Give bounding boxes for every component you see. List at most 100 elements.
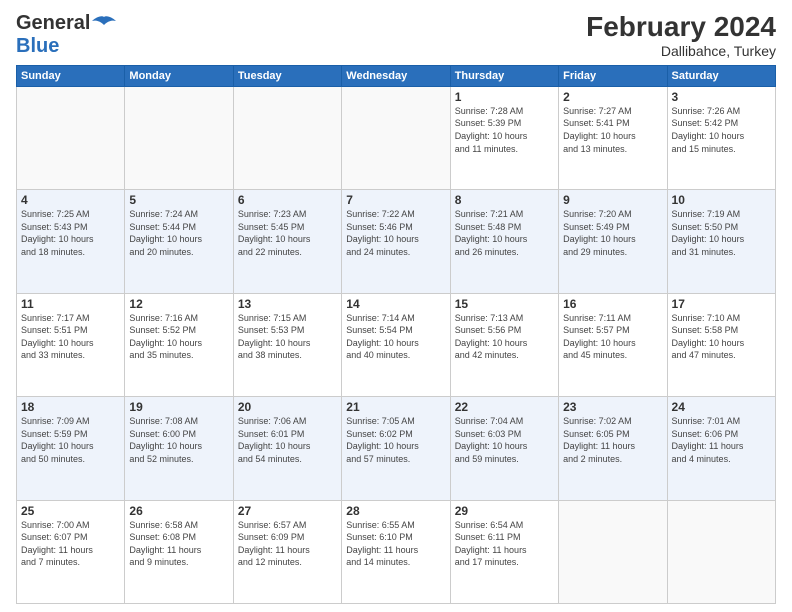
day-info: Sunrise: 7:21 AM Sunset: 5:48 PM Dayligh…: [455, 208, 554, 258]
table-row: [125, 86, 233, 189]
table-row: 1Sunrise: 7:28 AM Sunset: 5:39 PM Daylig…: [450, 86, 558, 189]
day-info: Sunrise: 7:26 AM Sunset: 5:42 PM Dayligh…: [672, 105, 771, 155]
table-row: 20Sunrise: 7:06 AM Sunset: 6:01 PM Dayli…: [233, 397, 341, 500]
calendar-week-row: 4Sunrise: 7:25 AM Sunset: 5:43 PM Daylig…: [17, 190, 776, 293]
day-number: 27: [238, 504, 337, 518]
day-info: Sunrise: 7:20 AM Sunset: 5:49 PM Dayligh…: [563, 208, 662, 258]
day-info: Sunrise: 7:17 AM Sunset: 5:51 PM Dayligh…: [21, 312, 120, 362]
day-info: Sunrise: 7:14 AM Sunset: 5:54 PM Dayligh…: [346, 312, 445, 362]
day-number: 28: [346, 504, 445, 518]
day-number: 1: [455, 90, 554, 104]
day-info: Sunrise: 7:28 AM Sunset: 5:39 PM Dayligh…: [455, 105, 554, 155]
day-number: 9: [563, 193, 662, 207]
table-row: 23Sunrise: 7:02 AM Sunset: 6:05 PM Dayli…: [559, 397, 667, 500]
day-info: Sunrise: 6:54 AM Sunset: 6:11 PM Dayligh…: [455, 519, 554, 569]
calendar-week-row: 18Sunrise: 7:09 AM Sunset: 5:59 PM Dayli…: [17, 397, 776, 500]
day-info: Sunrise: 7:10 AM Sunset: 5:58 PM Dayligh…: [672, 312, 771, 362]
table-row: 29Sunrise: 6:54 AM Sunset: 6:11 PM Dayli…: [450, 500, 558, 603]
day-info: Sunrise: 7:16 AM Sunset: 5:52 PM Dayligh…: [129, 312, 228, 362]
table-row: 18Sunrise: 7:09 AM Sunset: 5:59 PM Dayli…: [17, 397, 125, 500]
logo-blue: Blue: [16, 35, 59, 57]
day-info: Sunrise: 7:04 AM Sunset: 6:03 PM Dayligh…: [455, 415, 554, 465]
title-block: February 2024 Dallibahce, Turkey: [586, 12, 776, 59]
table-row: 24Sunrise: 7:01 AM Sunset: 6:06 PM Dayli…: [667, 397, 775, 500]
col-thursday: Thursday: [450, 65, 558, 86]
table-row: 28Sunrise: 6:55 AM Sunset: 6:10 PM Dayli…: [342, 500, 450, 603]
table-row: 16Sunrise: 7:11 AM Sunset: 5:57 PM Dayli…: [559, 293, 667, 396]
table-row: 7Sunrise: 7:22 AM Sunset: 5:46 PM Daylig…: [342, 190, 450, 293]
table-row: 3Sunrise: 7:26 AM Sunset: 5:42 PM Daylig…: [667, 86, 775, 189]
col-friday: Friday: [559, 65, 667, 86]
calendar-table: Sunday Monday Tuesday Wednesday Thursday…: [16, 65, 776, 604]
day-number: 5: [129, 193, 228, 207]
day-info: Sunrise: 7:05 AM Sunset: 6:02 PM Dayligh…: [346, 415, 445, 465]
day-number: 21: [346, 400, 445, 414]
table-row: 10Sunrise: 7:19 AM Sunset: 5:50 PM Dayli…: [667, 190, 775, 293]
logo: General Blue: [16, 12, 118, 58]
table-row: [17, 86, 125, 189]
day-info: Sunrise: 7:08 AM Sunset: 6:00 PM Dayligh…: [129, 415, 228, 465]
day-info: Sunrise: 7:00 AM Sunset: 6:07 PM Dayligh…: [21, 519, 120, 569]
location: Dallibahce, Turkey: [586, 43, 776, 59]
table-row: [233, 86, 341, 189]
day-info: Sunrise: 7:06 AM Sunset: 6:01 PM Dayligh…: [238, 415, 337, 465]
col-wednesday: Wednesday: [342, 65, 450, 86]
day-info: Sunrise: 7:02 AM Sunset: 6:05 PM Dayligh…: [563, 415, 662, 465]
col-saturday: Saturday: [667, 65, 775, 86]
day-info: Sunrise: 6:57 AM Sunset: 6:09 PM Dayligh…: [238, 519, 337, 569]
day-number: 25: [21, 504, 120, 518]
calendar-week-row: 1Sunrise: 7:28 AM Sunset: 5:39 PM Daylig…: [17, 86, 776, 189]
table-row: [559, 500, 667, 603]
table-row: 9Sunrise: 7:20 AM Sunset: 5:49 PM Daylig…: [559, 190, 667, 293]
day-number: 26: [129, 504, 228, 518]
table-row: [342, 86, 450, 189]
day-number: 22: [455, 400, 554, 414]
day-number: 8: [455, 193, 554, 207]
table-row: 14Sunrise: 7:14 AM Sunset: 5:54 PM Dayli…: [342, 293, 450, 396]
day-info: Sunrise: 7:22 AM Sunset: 5:46 PM Dayligh…: [346, 208, 445, 258]
col-sunday: Sunday: [17, 65, 125, 86]
month-year: February 2024: [586, 12, 776, 43]
day-info: Sunrise: 6:55 AM Sunset: 6:10 PM Dayligh…: [346, 519, 445, 569]
table-row: 13Sunrise: 7:15 AM Sunset: 5:53 PM Dayli…: [233, 293, 341, 396]
logo-general: General: [16, 12, 90, 35]
day-info: Sunrise: 7:23 AM Sunset: 5:45 PM Dayligh…: [238, 208, 337, 258]
day-number: 7: [346, 193, 445, 207]
day-number: 17: [672, 297, 771, 311]
day-number: 14: [346, 297, 445, 311]
table-row: 15Sunrise: 7:13 AM Sunset: 5:56 PM Dayli…: [450, 293, 558, 396]
day-number: 15: [455, 297, 554, 311]
table-row: 12Sunrise: 7:16 AM Sunset: 5:52 PM Dayli…: [125, 293, 233, 396]
calendar-week-row: 11Sunrise: 7:17 AM Sunset: 5:51 PM Dayli…: [17, 293, 776, 396]
day-number: 13: [238, 297, 337, 311]
header: General Blue February 2024 Dallibahce, T…: [16, 12, 776, 59]
day-number: 4: [21, 193, 120, 207]
table-row: 11Sunrise: 7:17 AM Sunset: 5:51 PM Dayli…: [17, 293, 125, 396]
day-number: 23: [563, 400, 662, 414]
col-tuesday: Tuesday: [233, 65, 341, 86]
day-number: 29: [455, 504, 554, 518]
table-row: 5Sunrise: 7:24 AM Sunset: 5:44 PM Daylig…: [125, 190, 233, 293]
day-info: Sunrise: 6:58 AM Sunset: 6:08 PM Dayligh…: [129, 519, 228, 569]
day-info: Sunrise: 7:24 AM Sunset: 5:44 PM Dayligh…: [129, 208, 228, 258]
day-number: 2: [563, 90, 662, 104]
day-number: 12: [129, 297, 228, 311]
calendar-header-row: Sunday Monday Tuesday Wednesday Thursday…: [17, 65, 776, 86]
table-row: 27Sunrise: 6:57 AM Sunset: 6:09 PM Dayli…: [233, 500, 341, 603]
table-row: 22Sunrise: 7:04 AM Sunset: 6:03 PM Dayli…: [450, 397, 558, 500]
table-row: 21Sunrise: 7:05 AM Sunset: 6:02 PM Dayli…: [342, 397, 450, 500]
day-number: 18: [21, 400, 120, 414]
day-number: 11: [21, 297, 120, 311]
table-row: 8Sunrise: 7:21 AM Sunset: 5:48 PM Daylig…: [450, 190, 558, 293]
day-number: 24: [672, 400, 771, 414]
table-row: 17Sunrise: 7:10 AM Sunset: 5:58 PM Dayli…: [667, 293, 775, 396]
table-row: 19Sunrise: 7:08 AM Sunset: 6:00 PM Dayli…: [125, 397, 233, 500]
day-info: Sunrise: 7:13 AM Sunset: 5:56 PM Dayligh…: [455, 312, 554, 362]
day-number: 19: [129, 400, 228, 414]
table-row: 26Sunrise: 6:58 AM Sunset: 6:08 PM Dayli…: [125, 500, 233, 603]
table-row: 2Sunrise: 7:27 AM Sunset: 5:41 PM Daylig…: [559, 86, 667, 189]
day-number: 3: [672, 90, 771, 104]
day-number: 20: [238, 400, 337, 414]
table-row: 25Sunrise: 7:00 AM Sunset: 6:07 PM Dayli…: [17, 500, 125, 603]
day-number: 16: [563, 297, 662, 311]
